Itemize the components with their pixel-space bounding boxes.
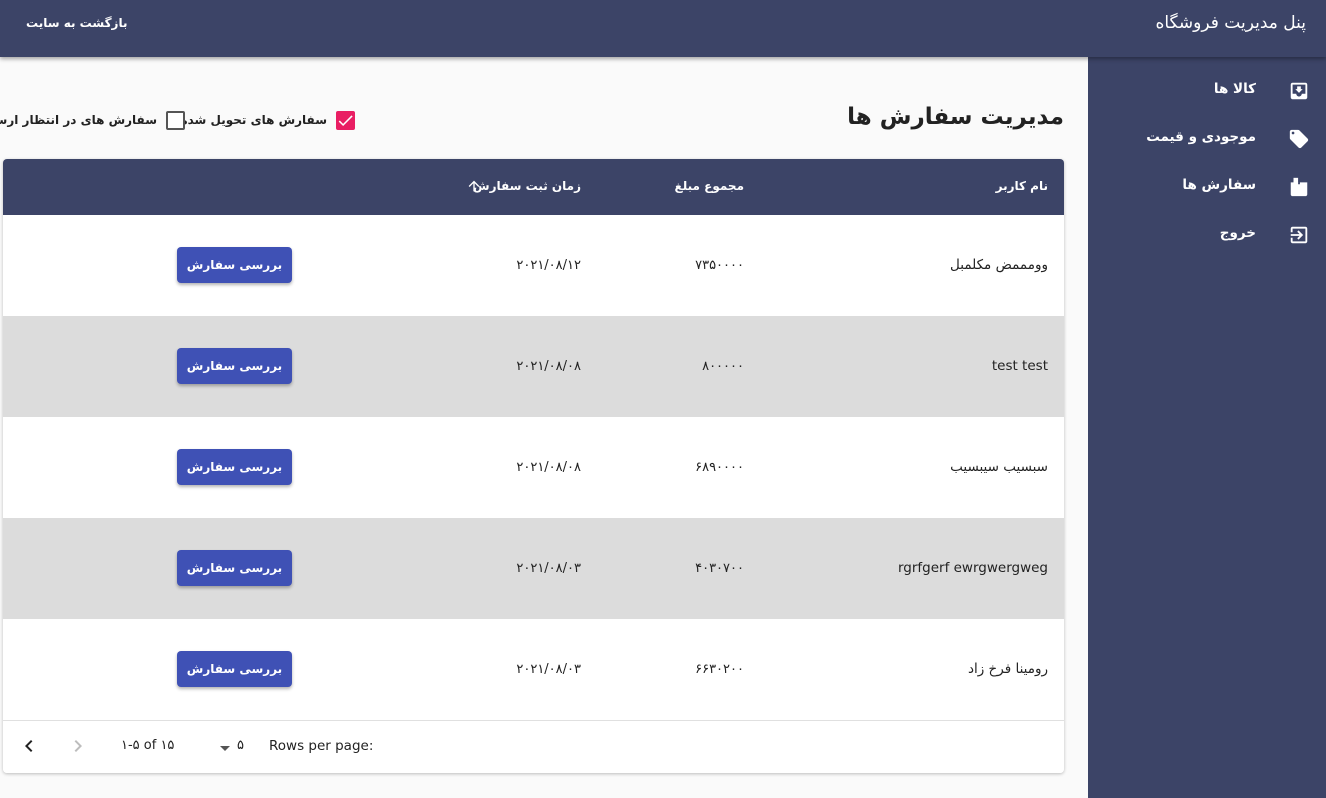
table-row: rgrfgerf ewrgwergweg ۴۰۳۰۷۰۰ ۲۰۲۱/۰۸/۰۳ … — [3, 518, 1064, 619]
sidebar-item-label: موجودی و قیمت — [1146, 129, 1256, 145]
app-title: پنل مدیریت فروشگاه — [1155, 13, 1306, 33]
sidebar-item-label: خروج — [1219, 225, 1256, 241]
filter-delivered-orders[interactable]: سفارش های تحویل شده — [181, 110, 355, 132]
filter-pending-orders[interactable]: سفارش های در انتظار ارسال — [0, 110, 185, 132]
cell-date: ۲۰۲۱/۰۸/۰۳ — [516, 561, 581, 576]
sidebar: کالا ها موجودی و قیمت سفارش ها خروج — [1088, 57, 1326, 798]
review-order-button[interactable]: بررسی سفارش — [177, 348, 292, 384]
arrow-up-icon[interactable] — [466, 178, 482, 194]
filter-label: سفارش های تحویل شده — [180, 113, 327, 127]
table-row: وومممض مکلمبل ۷۳۵۰۰۰۰ ۲۰۲۱/۰۸/۱۲ بررسی س… — [3, 215, 1064, 316]
page-title: مدیریت سفارش ها — [847, 104, 1064, 130]
chevron-right-icon[interactable] — [66, 734, 90, 758]
check-icon — [338, 115, 353, 127]
cell-date: ۲۰۲۱/۰۸/۰۳ — [516, 662, 581, 677]
back-to-site-link[interactable]: بازگشت به سایت — [26, 16, 127, 30]
cell-total: ۸۰۰۰۰۰ — [702, 359, 744, 374]
orders-table-card: نام کاربر مجموع مبلغ زمان ثبت سفارش وومم… — [3, 159, 1064, 773]
chevron-left-icon[interactable] — [17, 734, 41, 758]
review-order-button[interactable]: بررسی سفارش — [177, 550, 292, 586]
cell-total: ۴۰۳۰۷۰۰ — [695, 561, 744, 576]
column-header-user[interactable]: نام کاربر — [996, 179, 1048, 193]
delivered-checkbox[interactable] — [336, 111, 355, 130]
cell-total: ۷۳۵۰۰۰۰ — [695, 258, 744, 273]
table-row: رومینا فرخ زاد ۶۶۳۰۲۰۰ ۲۰۲۱/۰۸/۰۳ بررسی … — [3, 619, 1064, 720]
table-row: test test ۸۰۰۰۰۰ ۲۰۲۱/۰۸/۰۸ بررسی سفارش — [3, 316, 1064, 417]
table-header: نام کاربر مجموع مبلغ زمان ثبت سفارش — [3, 159, 1064, 215]
cell-user: سبسیب سیبسیب — [950, 459, 1048, 475]
top-app-bar: پنل مدیریت فروشگاه بازگشت به سایت — [0, 0, 1326, 57]
sidebar-item-label: سفارش ها — [1182, 177, 1256, 193]
cell-user: rgrfgerf ewrgwergweg — [897, 560, 1048, 576]
sidebar-item-orders[interactable]: سفارش ها — [1088, 166, 1326, 206]
column-header-date[interactable]: زمان ثبت سفارش — [473, 179, 581, 193]
review-order-button[interactable]: بررسی سفارش — [177, 651, 292, 687]
cell-date: ۲۰۲۱/۰۸/۱۲ — [516, 258, 581, 273]
filter-label: سفارش های در انتظار ارسال — [0, 113, 157, 127]
sidebar-item-products[interactable]: کالا ها — [1088, 70, 1326, 110]
sidebar-item-logout[interactable]: خروج — [1088, 214, 1326, 254]
cell-date: ۲۰۲۱/۰۸/۰۸ — [516, 460, 581, 475]
review-order-button[interactable]: بررسی سفارش — [177, 247, 292, 283]
cell-user: test test — [991, 358, 1048, 374]
pending-checkbox[interactable] — [166, 111, 185, 130]
sidebar-item-inventory-price[interactable]: موجودی و قیمت — [1088, 118, 1326, 158]
table-row: سبسیب سیبسیب ۶۸۹۰۰۰۰ ۲۰۲۱/۰۸/۰۸ بررسی سف… — [3, 417, 1064, 518]
cell-user: رومینا فرخ زاد — [967, 661, 1048, 677]
sidebar-item-label: کالا ها — [1213, 81, 1256, 97]
column-header-total[interactable]: مجموع مبلغ — [675, 179, 744, 193]
orders-icon — [1290, 177, 1308, 197]
cell-date: ۲۰۲۱/۰۸/۰۸ — [516, 359, 581, 374]
pagination-range: ۱-۵ of ۱۵ — [121, 738, 175, 753]
price-tag-icon — [1289, 129, 1309, 149]
cell-total: ۶۶۳۰۲۰۰ — [695, 662, 744, 677]
table-pagination: Rows per page: ۵ ۱-۵ of ۱۵ — [3, 720, 1064, 773]
inbox-download-icon — [1290, 82, 1308, 100]
rows-per-page-label: Rows per page: — [269, 738, 374, 754]
review-order-button[interactable]: بررسی سفارش — [177, 449, 292, 485]
caret-down-icon — [220, 746, 230, 751]
cell-user: وومممض مکلمبل — [950, 257, 1048, 273]
rows-per-page-value: ۵ — [237, 738, 244, 753]
cell-total: ۶۸۹۰۰۰۰ — [695, 460, 744, 475]
logout-icon — [1290, 226, 1308, 244]
rows-per-page-select[interactable]: ۵ — [220, 736, 265, 758]
